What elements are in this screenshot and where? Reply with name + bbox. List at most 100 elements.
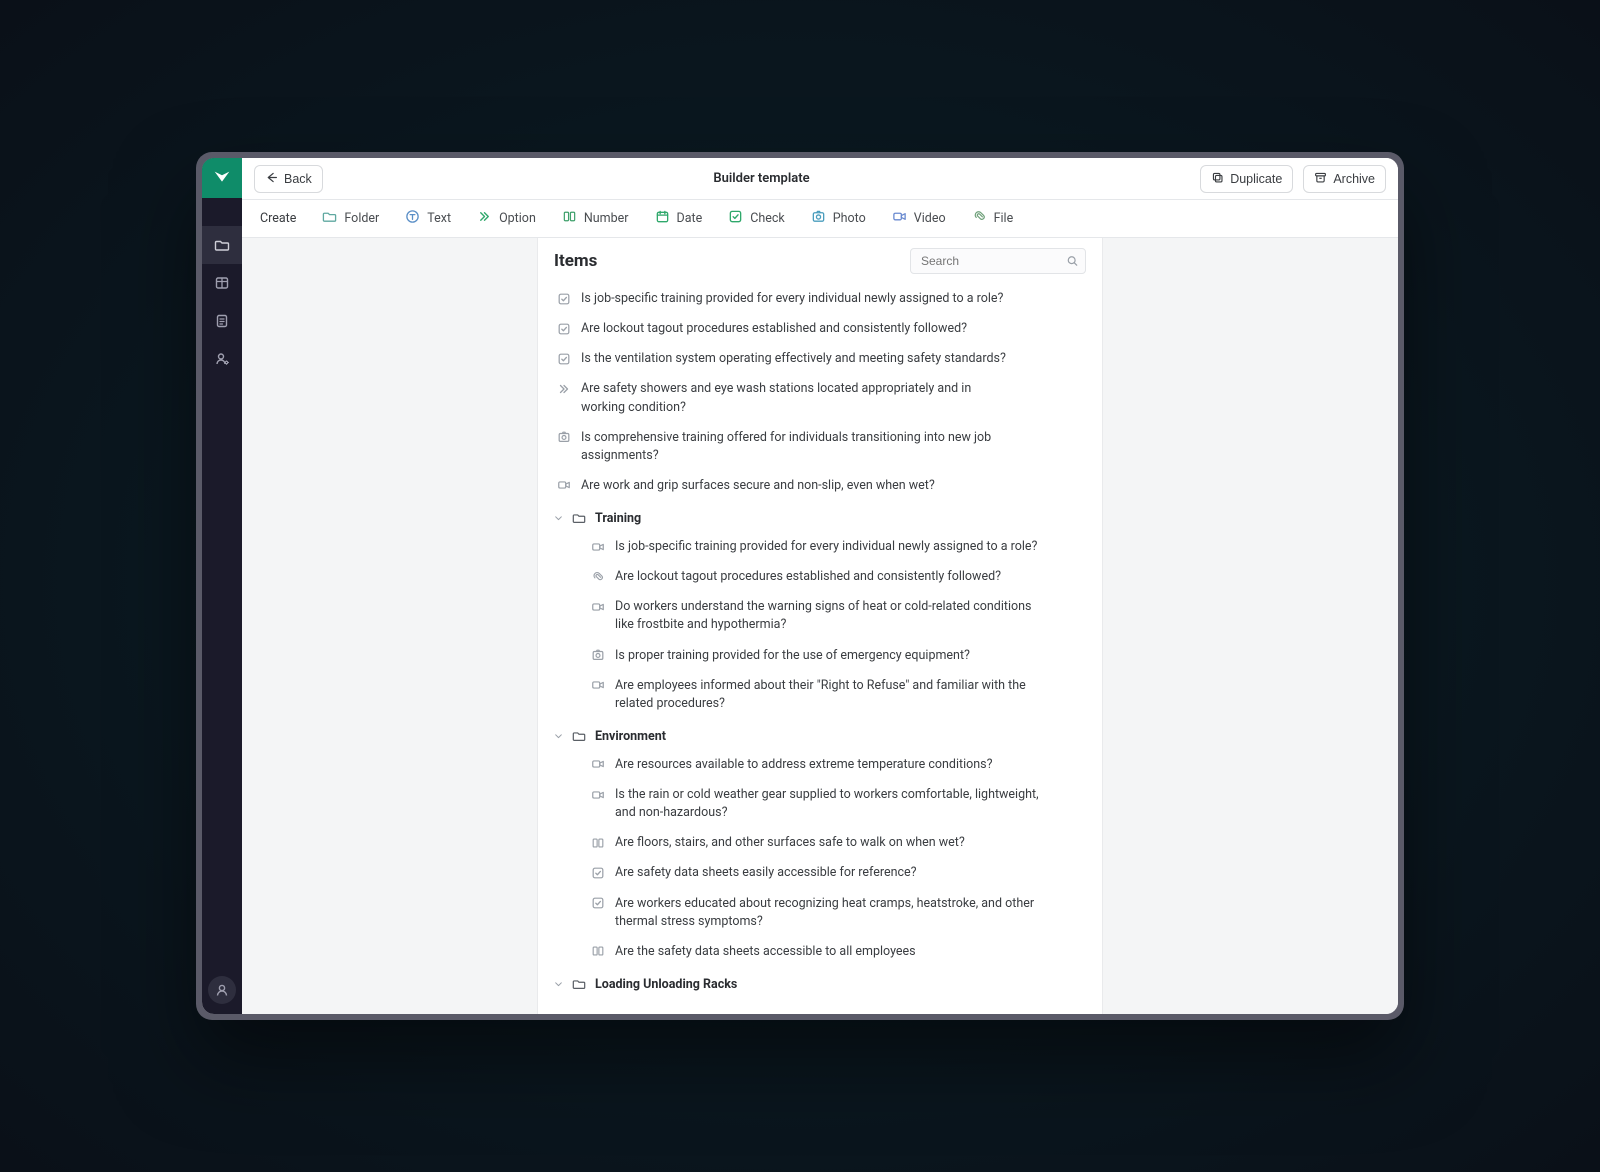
list-item[interactable]: Are safety data sheets easily accessible… — [538, 858, 1102, 888]
folder-row[interactable]: Loading Unloading Racks — [538, 967, 1102, 998]
search-icon — [1066, 255, 1079, 268]
item-text: Are work and grip surfaces secure and no… — [581, 477, 1011, 495]
option-icon — [556, 381, 571, 396]
archive-icon — [1314, 171, 1327, 187]
item-text: Is job-specific training provided for ev… — [581, 290, 1011, 308]
duplicate-button[interactable]: Duplicate — [1200, 165, 1293, 193]
chevron-down-icon — [554, 514, 564, 523]
item-text: Are employees informed about their "Righ… — [615, 677, 1045, 713]
item-text: Are floors, stairs, and other surfaces s… — [615, 834, 1045, 852]
tool-text[interactable]: Text — [405, 209, 451, 228]
check-icon — [556, 351, 571, 366]
app-window: Back Builder template Duplicate Archive … — [202, 158, 1398, 1014]
back-label: Back — [284, 172, 312, 186]
list-item[interactable]: Are lockout tagout procedures establishe… — [538, 314, 1102, 344]
tool-date[interactable]: Date — [655, 209, 703, 228]
folder-icon — [322, 209, 337, 228]
tool-check[interactable]: Check — [728, 209, 785, 228]
list-item[interactable]: Are resources available to address extre… — [538, 750, 1102, 780]
sidebar-item-account[interactable] — [208, 976, 236, 1004]
items-title: Items — [554, 251, 597, 271]
app-logo[interactable] — [202, 158, 242, 198]
list-item[interactable]: Are lockout tagout procedures establishe… — [538, 562, 1102, 592]
duplicate-label: Duplicate — [1230, 172, 1282, 186]
toolbar: Create Folder Text Option Number Date — [242, 200, 1398, 238]
page-title: Builder template — [323, 171, 1200, 186]
folder-icon — [572, 977, 587, 992]
arrow-left-icon — [265, 171, 278, 187]
search-box — [910, 248, 1086, 274]
item-text: Are workers educated about recognizing h… — [615, 895, 1045, 931]
folder-row[interactable]: Training — [538, 501, 1102, 532]
video-icon — [590, 539, 605, 554]
list-item[interactable]: Are work and grip surfaces secure and no… — [538, 471, 1102, 501]
tool-number[interactable]: Number — [562, 209, 629, 228]
archive-button[interactable]: Archive — [1303, 165, 1386, 193]
text-icon — [405, 209, 420, 228]
video-icon — [556, 478, 571, 493]
sidebar — [202, 158, 242, 1014]
list-item[interactable]: Are safety showers and eye wash stations… — [538, 374, 1102, 422]
list-item[interactable]: Are the safety data sheets accessible to… — [538, 937, 1102, 967]
item-text: Are lockout tagout procedures establishe… — [615, 568, 1045, 586]
file-icon — [972, 209, 987, 228]
check-icon — [728, 209, 743, 228]
list-item[interactable]: Is the ventilation system operating effe… — [538, 344, 1102, 374]
file-icon — [590, 569, 605, 584]
date-icon — [655, 209, 670, 228]
folder-icon — [572, 511, 587, 526]
list-item[interactable]: Is proper training provided for the use … — [538, 641, 1102, 671]
number-icon — [590, 944, 605, 959]
sidebar-item-tables[interactable] — [202, 264, 242, 302]
search-input[interactable] — [910, 248, 1086, 274]
tool-option[interactable]: Option — [477, 209, 536, 228]
sidebar-item-user-settings[interactable] — [202, 340, 242, 378]
items-panel: Items Is job-specific training provided … — [537, 238, 1103, 1014]
option-icon — [477, 209, 492, 228]
tool-folder[interactable]: Folder — [322, 209, 379, 228]
item-text: Are safety data sheets easily accessible… — [615, 864, 1045, 882]
check-icon — [590, 865, 605, 880]
item-text: Are lockout tagout procedures establishe… — [581, 320, 1011, 338]
topbar: Back Builder template Duplicate Archive — [242, 158, 1398, 200]
list-item[interactable]: Are floors, stairs, and other surfaces s… — [538, 828, 1102, 858]
tool-photo[interactable]: Photo — [811, 209, 866, 228]
photo-icon — [556, 430, 571, 445]
list-item[interactable]: Do workers understand the warning signs … — [538, 592, 1102, 640]
list-item[interactable]: Is job-specific training provided for ev… — [538, 284, 1102, 314]
video-icon — [590, 787, 605, 802]
list-item[interactable]: Is comprehensive training offered for in… — [538, 423, 1102, 471]
photo-icon — [811, 209, 826, 228]
check-icon — [556, 291, 571, 306]
item-text: Is job-specific training provided for ev… — [615, 538, 1045, 556]
tool-file[interactable]: File — [972, 209, 1014, 228]
content-area: Items Is job-specific training provided … — [242, 238, 1398, 1014]
list-item[interactable]: Are workers educated about recognizing h… — [538, 889, 1102, 937]
list-item[interactable]: Are employees informed about their "Righ… — [538, 671, 1102, 719]
back-button[interactable]: Back — [254, 165, 323, 193]
sidebar-item-documents[interactable] — [202, 302, 242, 340]
sidebar-item-folders[interactable] — [202, 226, 242, 264]
items-list[interactable]: Is job-specific training provided for ev… — [538, 280, 1102, 1014]
item-text: Do workers understand the warning signs … — [615, 598, 1045, 634]
archive-label: Archive — [1333, 172, 1375, 186]
item-text: Is the ventilation system operating effe… — [581, 350, 1011, 368]
item-text: Is proper training provided for the use … — [615, 647, 1045, 665]
toolbar-create[interactable]: Create — [260, 211, 296, 226]
folder-name: Training — [595, 511, 641, 526]
item-text: Are resources available to address extre… — [615, 756, 1045, 774]
chevron-down-icon — [554, 732, 564, 741]
list-item[interactable]: Is job-specific training provided for ev… — [538, 532, 1102, 562]
item-text: Is the rain or cold weather gear supplie… — [615, 786, 1045, 822]
tool-video[interactable]: Video — [892, 209, 946, 228]
number-icon — [562, 209, 577, 228]
main-area: Back Builder template Duplicate Archive … — [242, 158, 1398, 1014]
list-item[interactable]: Is the rain or cold weather gear supplie… — [538, 780, 1102, 828]
folder-icon — [572, 729, 587, 744]
number-icon — [590, 835, 605, 850]
folder-name: Environment — [595, 729, 666, 744]
item-text: Are the safety data sheets accessible to… — [615, 943, 1045, 961]
copy-icon — [1211, 171, 1224, 187]
folder-row[interactable]: Environment — [538, 719, 1102, 750]
check-icon — [590, 896, 605, 911]
